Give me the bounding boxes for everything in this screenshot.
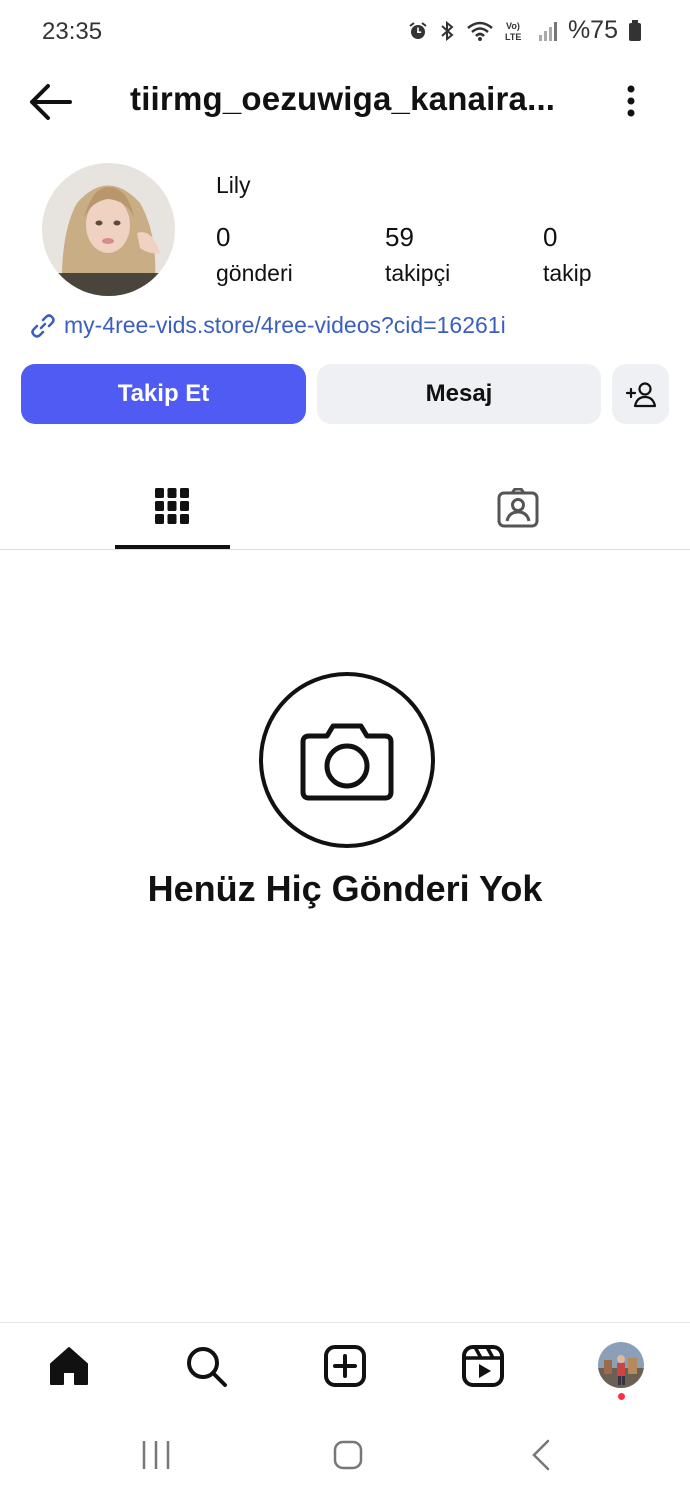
notification-dot — [618, 1393, 625, 1400]
followers-label[interactable]: takipçi — [385, 260, 450, 287]
camera-icon — [300, 723, 394, 801]
link-icon — [31, 313, 55, 338]
tagged-person-icon[interactable] — [496, 488, 540, 528]
grid-icon[interactable] — [153, 486, 191, 526]
back-button-icon[interactable] — [522, 1435, 562, 1475]
add-person-icon — [625, 382, 656, 408]
recent-apps-icon[interactable] — [136, 1435, 176, 1475]
svg-text:Vo): Vo) — [506, 21, 520, 31]
more-options-icon[interactable] — [616, 82, 646, 122]
back-arrow-icon[interactable] — [28, 82, 74, 122]
signal-icon — [538, 21, 557, 41]
status-icons: Vo) LTE %75 — [408, 16, 642, 45]
followers-count[interactable]: 59 — [385, 222, 414, 253]
profile-username: tiirmg_oezuwiga_kanaira... — [130, 80, 556, 117]
status-time: 23:35 — [42, 18, 103, 45]
home-button-icon[interactable] — [328, 1435, 368, 1475]
profile-link[interactable]: my-4ree-vids.store/4ree-videos?cid=16261… — [30, 312, 506, 339]
search-icon[interactable] — [184, 1344, 228, 1388]
alarm-icon — [409, 21, 427, 39]
following-label[interactable]: takip — [543, 260, 592, 287]
battery-icon — [629, 19, 641, 41]
wifi-icon — [467, 21, 493, 41]
message-button[interactable]: Mesaj — [317, 364, 601, 424]
bottom-nav-divider — [0, 1322, 690, 1323]
home-icon[interactable] — [47, 1344, 91, 1388]
volte-icon: Vo)LTE — [505, 21, 521, 42]
empty-state-text: Henüz Hiç Gönderi Yok — [147, 868, 543, 909]
profile-avatar-nav[interactable] — [598, 1342, 644, 1388]
tabs-divider — [0, 549, 690, 550]
suggest-users-button[interactable] — [612, 364, 669, 424]
profile-link-text[interactable]: my-4ree-vids.store/4ree-videos?cid=16261… — [64, 312, 506, 339]
profile-avatar[interactable] — [42, 163, 175, 296]
bluetooth-icon — [441, 20, 454, 41]
posts-count[interactable]: 0 — [216, 222, 230, 253]
empty-state-circle — [259, 672, 435, 848]
posts-label[interactable]: gönderi — [216, 260, 293, 287]
display-name: Lily — [216, 172, 251, 198]
follow-button[interactable]: Takip Et — [21, 364, 306, 424]
reels-icon[interactable] — [461, 1344, 505, 1388]
create-icon[interactable] — [323, 1344, 367, 1388]
following-count[interactable]: 0 — [543, 222, 557, 253]
battery-percent: %75 — [567, 16, 618, 44]
svg-text:LTE: LTE — [505, 32, 521, 42]
